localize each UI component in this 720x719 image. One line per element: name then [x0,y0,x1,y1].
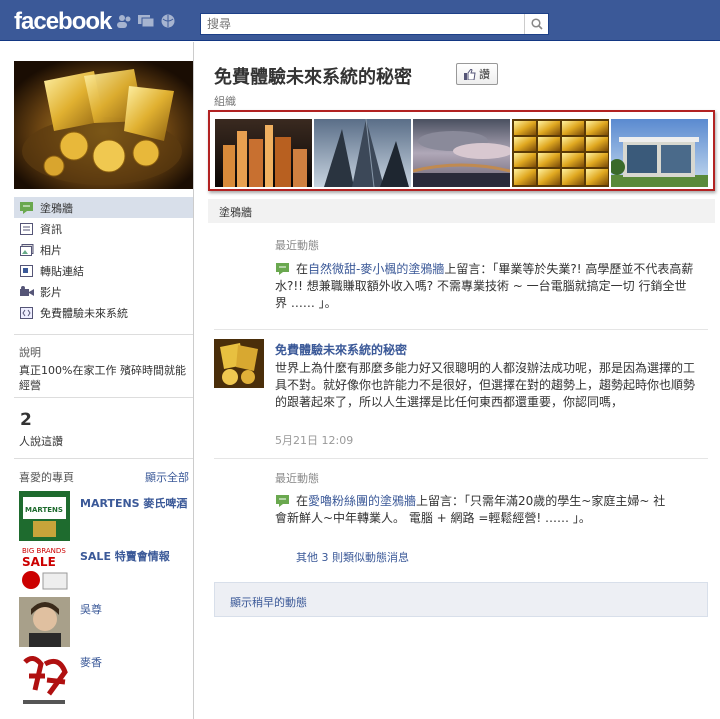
strip-photo[interactable] [413,119,510,187]
strip-photo[interactable] [512,119,609,187]
page-category: 組織 [214,95,236,108]
favorites-header: 喜愛的專頁 顯示全部 [19,469,189,485]
app-icon [20,306,34,319]
favorite-page-thumbnail[interactable] [19,650,70,710]
favorite-page-thumbnail[interactable] [19,597,70,647]
divider [214,458,708,459]
favorite-page-item[interactable]: 吳尊 [19,597,191,647]
favorite-page-item[interactable]: 麥香 [19,650,191,710]
video-icon [20,285,34,298]
story-prefix: 在 [296,262,309,276]
strip-photo[interactable] [314,119,411,187]
favorite-page-name[interactable]: 麥香 [80,656,190,670]
sidebar-item-label: 資訊 [40,222,62,236]
profile-picture[interactable] [14,61,193,189]
like-button-label: 讚 [479,68,490,81]
post-text: 世界上為什麼有那麼多能力好又很聰明的人都沒辦法成功呢，那是因為選擇的工具不對。就… [275,361,696,409]
sidebar-item-label: 免費體驗未來系統 [40,306,128,320]
left-sidebar: 塗鴉牆 資訊 相片 轉貼連結 影片 免費體驗未來系統 說明 真正100%在家工作… [0,42,194,719]
divider [14,334,193,335]
thumbs-up-icon [464,68,476,80]
favorites-see-all-link[interactable]: 顯示全部 [145,469,189,485]
strip-photo[interactable] [215,119,312,187]
favorite-page-item[interactable]: BIG BRANDS SALE SALE 特賣會情報 [19,544,191,594]
sidebar-item-wall[interactable]: 塗鴉牆 [14,197,193,218]
post-author-name[interactable]: 免費體驗未來系統的秘密 [275,341,407,358]
photos-icon [20,243,34,256]
favorite-page-thumbnail[interactable]: MARTENS [19,491,70,541]
show-older-posts-label: 顯示稍早的動態 [230,596,307,609]
favorite-page-item[interactable]: MARTENS MARTENS 麥氏啤酒 [19,491,191,541]
favorite-page-name[interactable]: MARTENS 麥氏啤酒 [80,497,190,511]
sidebar-item-links[interactable]: 轉貼連結 [14,260,193,281]
activity-story: 在自然微甜-麥小楓的塗鴉牆上留言：「畢業等於失業?! 高學歷並不代表高薪水?!!… [275,261,695,312]
photo-strip [208,110,715,191]
like-button[interactable]: 讚 [456,63,498,85]
divider [214,329,708,330]
similar-stories-link[interactable]: 其他 3 則類似動態消息 [296,549,409,565]
search-icon [530,18,543,30]
story-prefix: 在 [296,494,309,508]
story-type-label: 最近動態 [275,237,319,253]
sidebar-item-label: 影片 [40,285,62,299]
favorite-page-thumbnail[interactable]: BIG BRANDS SALE [19,544,70,594]
notifications-globe-icon[interactable] [160,14,176,28]
wall-tab-bar: 塗鴉牆 [208,199,715,223]
info-icon [20,222,34,235]
wall-icon [20,201,34,214]
page-description: 真正100%在家工作 殯碎時間就能經營 [19,364,186,392]
search-button[interactable] [524,14,548,34]
favorite-page-name[interactable]: 吳尊 [80,603,190,617]
sidebar-item-video[interactable]: 影片 [14,281,193,302]
search-box [200,13,549,35]
svg-text:SALE: SALE [22,555,56,569]
sidebar-item-label: 塗鴉牆 [40,201,73,215]
sidebar-item-label: 轉貼連結 [40,264,84,278]
top-bar: facebook [0,0,720,41]
post-author-avatar[interactable] [214,339,264,388]
divider [14,458,193,459]
wall-link[interactable]: 愛嚕粉絲團的塗鴉牆 [308,494,416,508]
svg-text:MARTENS: MARTENS [25,506,63,514]
wall-link[interactable]: 自然微甜-麥小楓的塗鴉牆 [308,262,444,276]
favorites-title: 喜愛的專頁 [19,471,74,484]
likes-label: 人說這讚 [19,435,63,448]
facebook-logo[interactable]: facebook [14,8,112,36]
sidebar-nav: 塗鴉牆 資訊 相片 轉貼連結 影片 免費體驗未來系統 [14,197,193,323]
sidebar-item-info[interactable]: 資訊 [14,218,193,239]
story-type-label: 最近動態 [275,470,319,486]
friend-requests-icon[interactable] [116,14,132,28]
strip-photo[interactable] [611,119,708,187]
post-timestamp[interactable]: 5月21日 12:09 [275,432,353,448]
show-older-posts-button[interactable]: 顯示稍早的動態 [214,582,708,617]
svg-text:BIG BRANDS: BIG BRANDS [22,547,66,555]
likes-count: 2 [20,410,32,430]
search-input[interactable] [201,14,521,34]
activity-story: 在愛嚕粉絲團的塗鴉牆上留言：「只需年滿20歲的學生~家庭主婦~ 社會新鮮人~中年… [275,493,675,527]
sidebar-item-app[interactable]: 免費體驗未來系統 [14,302,193,323]
divider [14,397,193,398]
sidebar-item-label: 相片 [40,243,62,257]
notification-icons [116,14,176,28]
sidebar-item-photos[interactable]: 相片 [14,239,193,260]
page-title: 免費體驗未來系統的秘密 [214,67,412,88]
tab-wall[interactable]: 塗鴉牆 [219,204,252,220]
post-author-link[interactable]: 免費體驗未來系統的秘密 [275,343,407,357]
favorite-page-name[interactable]: SALE 特賣會情報 [80,550,190,564]
story-type: 最近動態 [275,472,319,485]
links-icon [20,264,34,277]
story-type: 最近動態 [275,239,319,252]
description-title: 說明 [19,346,41,359]
messages-icon[interactable] [138,14,155,28]
